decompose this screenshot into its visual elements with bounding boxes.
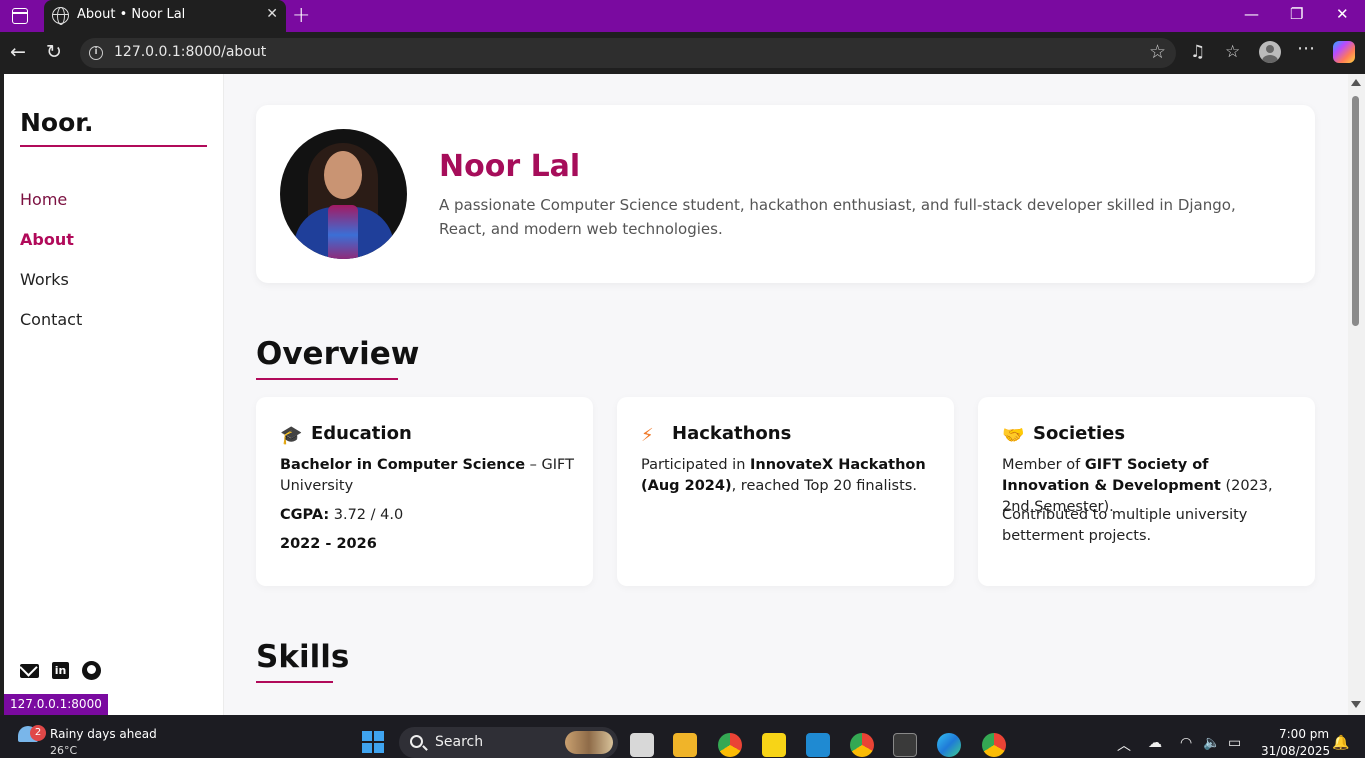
graduation-cap-icon: 🎓	[280, 425, 303, 446]
weather-badge: 2	[30, 725, 46, 741]
show-hidden-icons-icon[interactable]: ︿	[1117, 735, 1131, 755]
weather-text[interactable]: Rainy days ahead	[50, 727, 157, 741]
taskbar-search[interactable]: Search	[399, 727, 618, 758]
onedrive-icon[interactable]: ☁	[1148, 735, 1162, 751]
refresh-icon[interactable]: ↻	[46, 41, 62, 63]
browser-toolbar: ← ↻ i 127.0.0.1:8000/about ☆ ♫ ☆ ⋯	[0, 32, 1365, 74]
minimize-icon[interactable]: —	[1244, 5, 1259, 23]
status-bar-url: 127.0.0.1:8000	[4, 694, 108, 715]
hackathons-title: Hackathons	[672, 423, 792, 444]
close-tab-icon[interactable]: ✕	[266, 6, 278, 22]
edge-icon[interactable]	[937, 733, 961, 757]
chrome-icon[interactable]	[718, 733, 742, 757]
skills-underline	[256, 681, 333, 683]
windows-start-icon[interactable]	[362, 731, 384, 753]
handshake-icon: 🤝	[1002, 425, 1025, 446]
volume-icon[interactable]: 🔈	[1203, 735, 1220, 751]
logo-underline	[20, 145, 207, 147]
chrome-alt-icon[interactable]	[982, 733, 1006, 757]
nav-home[interactable]: Home	[20, 190, 67, 209]
task-view-icon[interactable]	[630, 733, 654, 757]
favorite-star-icon[interactable]: ☆	[1149, 41, 1166, 63]
weather-temperature: 26°C	[50, 744, 78, 757]
search-label: Search	[435, 734, 484, 750]
wifi-icon[interactable]: ◠	[1180, 735, 1192, 751]
address-bar[interactable]: i 127.0.0.1:8000/about ☆	[80, 38, 1176, 68]
societies-contribution: Contributed to multiple university bette…	[1002, 507, 1248, 544]
clock-time[interactable]: 7:00 pm	[1279, 727, 1329, 741]
file-explorer-icon[interactable]	[673, 733, 697, 757]
education-degree: Bachelor in Computer Science – GIFT Univ…	[280, 457, 574, 494]
sidebar: Noor. Home About Works Contact in	[4, 74, 224, 715]
profile-photo	[280, 129, 407, 259]
read-aloud-icon[interactable]: ♫	[1190, 42, 1205, 62]
browser-tab[interactable]: About • Noor Lal ✕	[44, 0, 286, 32]
notifications-icon[interactable]: 🔔	[1332, 735, 1349, 751]
hackathons-card: ⚡ Hackathons Participated in InnovateX H…	[617, 397, 954, 586]
vscode-icon[interactable]	[806, 733, 830, 757]
societies-card: 🤝 Societies Member of GIFT Society of In…	[978, 397, 1315, 586]
back-icon[interactable]: ←	[10, 41, 26, 63]
profile-name: Noor Lal	[439, 149, 581, 184]
tab-actions-icon[interactable]	[12, 8, 28, 24]
favorites-icon[interactable]: ☆	[1225, 42, 1240, 62]
education-card: 🎓 Education Bachelor in Computer Science…	[256, 397, 593, 586]
battery-icon[interactable]: ▭	[1228, 735, 1241, 751]
overview-heading: Overview	[256, 336, 420, 372]
profile-hero-card: Noor Lal A passionate Computer Science s…	[256, 105, 1315, 283]
restore-icon[interactable]: ❐	[1290, 5, 1303, 23]
linkedin-icon[interactable]: in	[52, 662, 69, 679]
globe-icon	[52, 7, 69, 25]
window-close-icon[interactable]: ✕	[1336, 5, 1349, 23]
scroll-up-icon[interactable]	[1351, 79, 1361, 86]
page-scrollbar[interactable]	[1348, 74, 1365, 715]
site-logo[interactable]: Noor.	[20, 108, 94, 137]
mail-icon[interactable]	[20, 664, 39, 678]
scrollbar-thumb[interactable]	[1352, 96, 1359, 326]
profile-description: A passionate Computer Science student, h…	[439, 196, 1236, 238]
sticky-notes-icon[interactable]	[762, 733, 786, 757]
new-tab-icon[interactable]: +	[292, 3, 310, 28]
copilot-icon[interactable]	[1333, 41, 1355, 63]
clock-date[interactable]: 31/08/2025	[1261, 744, 1330, 758]
url-text[interactable]: 127.0.0.1:8000/about	[114, 44, 266, 60]
browser-title-bar: About • Noor Lal ✕ + — ❐ ✕	[0, 0, 1365, 32]
page-viewport: Noor. Home About Works Contact in Noor L…	[4, 74, 1348, 715]
societies-title: Societies	[1033, 423, 1126, 444]
site-info-icon[interactable]: i	[89, 46, 103, 60]
nav-contact[interactable]: Contact	[20, 310, 82, 329]
hackathons-text: Participated in InnovateX Hackathon (Aug…	[641, 457, 926, 494]
education-title: Education	[311, 423, 412, 444]
taskbar: 2 Rainy days ahead 26°C Search ︿ ☁ ◠ 🔈 ▭…	[0, 715, 1365, 758]
education-years: 2022 - 2026	[280, 536, 377, 552]
profile-avatar-icon[interactable]	[1259, 41, 1281, 63]
search-highlight-image	[565, 731, 613, 754]
nav-works[interactable]: Works	[20, 270, 69, 289]
nav-about[interactable]: About	[20, 230, 74, 249]
overview-underline	[256, 378, 398, 380]
search-icon	[410, 735, 423, 748]
lightning-icon: ⚡	[641, 425, 654, 446]
more-options-icon[interactable]: ⋯	[1297, 38, 1315, 59]
tab-title: About • Noor Lal	[77, 7, 186, 22]
skills-heading: Skills	[256, 639, 350, 675]
chrome-profile-icon[interactable]	[850, 733, 874, 757]
scroll-down-icon[interactable]	[1351, 701, 1361, 708]
education-cgpa: CGPA: 3.72 / 4.0	[280, 507, 404, 523]
github-icon[interactable]	[82, 661, 101, 680]
terminal-icon[interactable]	[893, 733, 917, 757]
